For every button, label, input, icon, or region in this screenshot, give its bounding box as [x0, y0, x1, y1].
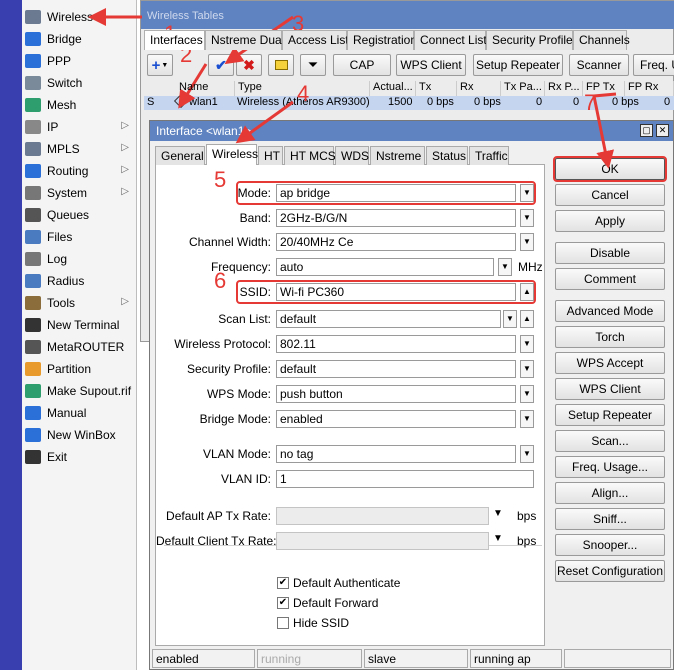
column-header-1[interactable]: Type	[235, 81, 370, 96]
annotation-5: 5	[214, 167, 227, 192]
annotation-arrows	[88, 8, 617, 169]
column-header-3[interactable]: Tx	[416, 81, 457, 96]
tab-nstreme-dual[interactable]: Nstreme Dual	[205, 30, 284, 50]
column-header-4[interactable]: Rx	[457, 81, 501, 96]
arrow-4	[235, 100, 294, 144]
column-header-0[interactable]: Name	[176, 81, 235, 96]
tab-access-list[interactable]: Access List	[282, 30, 349, 50]
dialog-tab-wireless[interactable]: Wireless	[206, 144, 258, 165]
tab-interfaces[interactable]: Interfaces	[144, 30, 205, 50]
column-header-8[interactable]: FP Rx	[625, 81, 674, 96]
column-header-6[interactable]: Rx P...	[545, 81, 583, 96]
arrow-7	[592, 92, 617, 169]
tab-security-profiles[interactable]: Security Profiles	[486, 30, 579, 50]
tab-connect-list[interactable]: Connect List	[414, 30, 487, 50]
column-header-5[interactable]: Tx Pa...	[501, 81, 545, 96]
tab-registration[interactable]: Registration	[347, 30, 417, 50]
column-header-7[interactable]: FP Tx	[583, 81, 625, 96]
tab-channels[interactable]: Channels	[573, 30, 630, 50]
annotation-6: 6	[214, 268, 227, 293]
column-header-2[interactable]: Actual...	[370, 81, 416, 96]
